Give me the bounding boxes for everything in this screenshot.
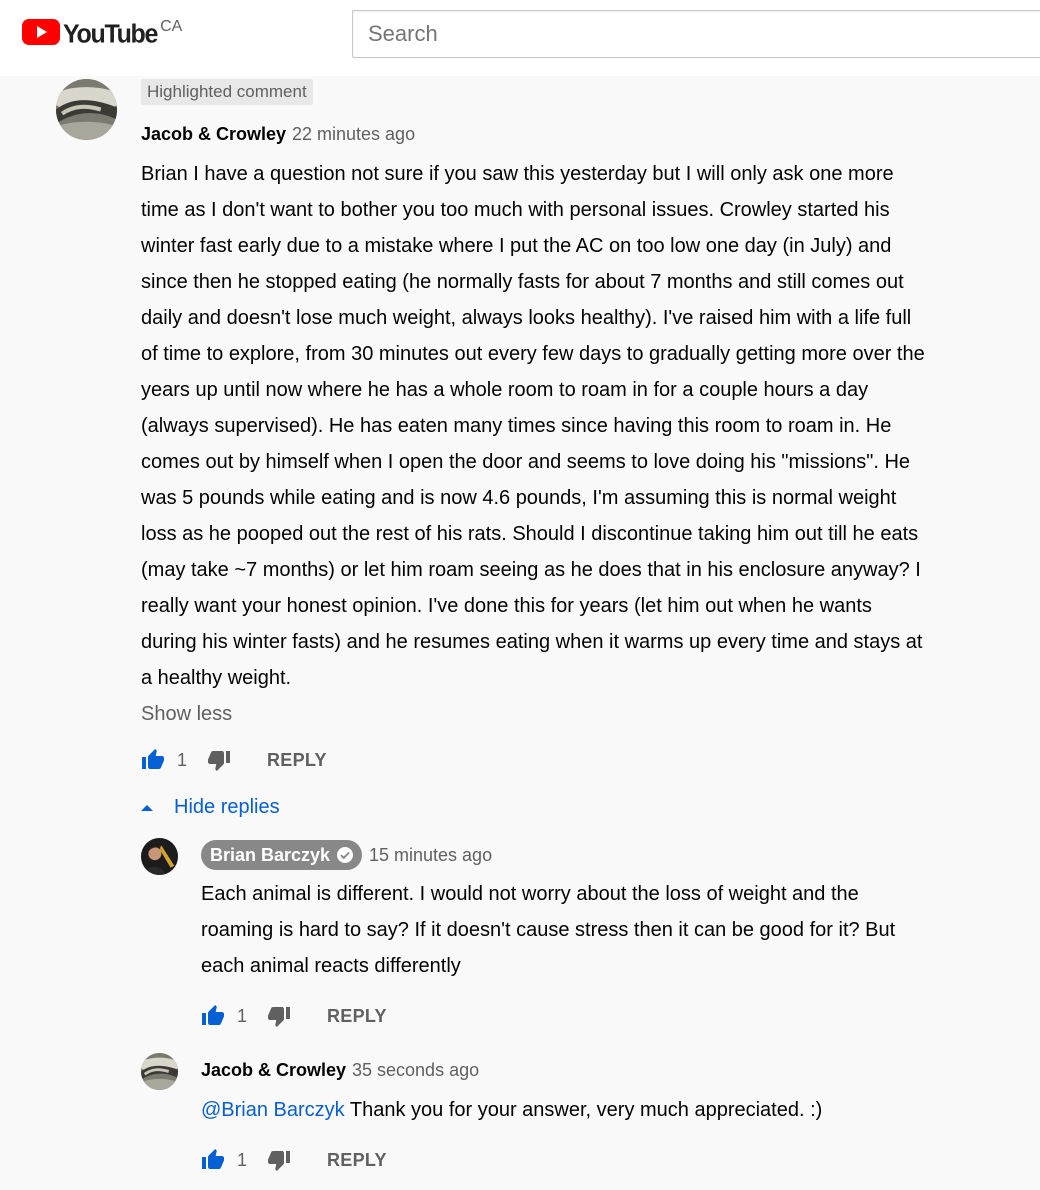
avatar-snake-image [56, 79, 117, 140]
reply-text: Each animal is different. I would not wo… [201, 876, 1001, 984]
reply-author[interactable]: Jacob & Crowley [201, 1060, 346, 1081]
avatar-snake-image [141, 1053, 178, 1090]
comment-line: (always supervised). He has eaten many t… [141, 415, 892, 437]
caret-up-icon [141, 804, 153, 811]
comment-line: daily and doesn't lose much weight, alwa… [141, 307, 912, 329]
creator-name-badge[interactable]: Brian Barczyk [201, 840, 363, 870]
comment-line: a healthy weight. [141, 667, 292, 689]
logo-wordmark: YouTube [63, 19, 158, 49]
verified-check-icon [337, 847, 354, 863]
comment-line: during his winter fasts) and he resumes … [141, 631, 923, 653]
reply-button[interactable]: REPLY [327, 1150, 387, 1171]
highlighted-comment-badge: Highlighted comment [141, 79, 313, 105]
comment-line: since then he stopped eating (he normall… [141, 271, 904, 293]
avatar-person-image [141, 838, 178, 875]
comment-line: of time to explore, from 30 minutes out … [141, 343, 925, 365]
avatar[interactable] [141, 1053, 178, 1090]
thumbs-up-icon[interactable] [201, 1148, 225, 1172]
comment-line: years up until now where he has a whole … [141, 379, 869, 401]
hide-replies-button[interactable]: Hide replies [140, 796, 280, 819]
thumbs-up-icon[interactable] [201, 1004, 225, 1028]
top-bar: YouTube CA [0, 0, 1040, 76]
comment-line: winter fast early due to a mistake where… [141, 235, 892, 257]
hide-replies-label: Hide replies [174, 796, 280, 818]
reply-timestamp[interactable]: 35 seconds ago [352, 1060, 479, 1081]
comment-line: comes out by himself when I open the doo… [141, 451, 911, 473]
reply-line: Each animal is different. I would not wo… [201, 883, 859, 905]
mention-link[interactable]: @Brian Barczyk [201, 1099, 345, 1121]
search-input[interactable] [353, 11, 1040, 57]
thumbs-down-icon[interactable] [207, 748, 231, 772]
like-count: 1 [237, 1005, 248, 1026]
reply-button[interactable]: REPLY [327, 1006, 387, 1027]
comment-line: loss as he pooped out the rest of his ra… [141, 523, 919, 545]
comment-author[interactable]: Jacob & Crowley [141, 124, 286, 145]
comment-line: Brian I have a question not sure if you … [141, 163, 894, 185]
avatar[interactable] [56, 79, 117, 140]
comment-line: really want your honest opinion. I've do… [141, 595, 872, 617]
comment-timestamp[interactable]: 22 minutes ago [292, 124, 415, 145]
comment-text: Brian I have a question not sure if you … [141, 156, 1021, 696]
youtube-logo[interactable]: YouTube CA [22, 18, 182, 51]
like-count: 1 [237, 1149, 248, 1170]
like-count: 1 [177, 749, 188, 770]
search-box[interactable] [352, 10, 1040, 58]
reply-line: Thank you for your answer, very much app… [344, 1099, 823, 1121]
reply-line: each animal reacts differently [201, 955, 461, 977]
avatar[interactable] [141, 838, 178, 875]
reply-author: Brian Barczyk [210, 844, 331, 865]
comment-line: time as I don't want to bother you too m… [141, 199, 890, 221]
show-less-button[interactable]: Show less [141, 703, 232, 726]
reply-timestamp[interactable]: 15 minutes ago [369, 845, 492, 866]
reply-actions: 1 REPLY [201, 1146, 387, 1174]
thumbs-down-icon[interactable] [267, 1004, 291, 1028]
comment-line: (may take ~7 months) or let him roam see… [141, 559, 921, 581]
thumbs-down-icon[interactable] [267, 1148, 291, 1172]
comment-line: was 5 pounds while eating and is now 4.6… [141, 487, 897, 509]
reply-button[interactable]: REPLY [267, 750, 327, 771]
youtube-play-icon [22, 19, 60, 45]
country-code: CA [160, 18, 183, 35]
reply-line: roaming is hard to say? If it doesn't ca… [201, 919, 896, 941]
reply-text: @Brian Barczyk Thank you for your answer… [201, 1092, 1001, 1128]
comment-actions: 1 REPLY [141, 746, 327, 774]
reply-actions: 1 REPLY [201, 1002, 387, 1030]
thumbs-up-icon[interactable] [141, 748, 165, 772]
